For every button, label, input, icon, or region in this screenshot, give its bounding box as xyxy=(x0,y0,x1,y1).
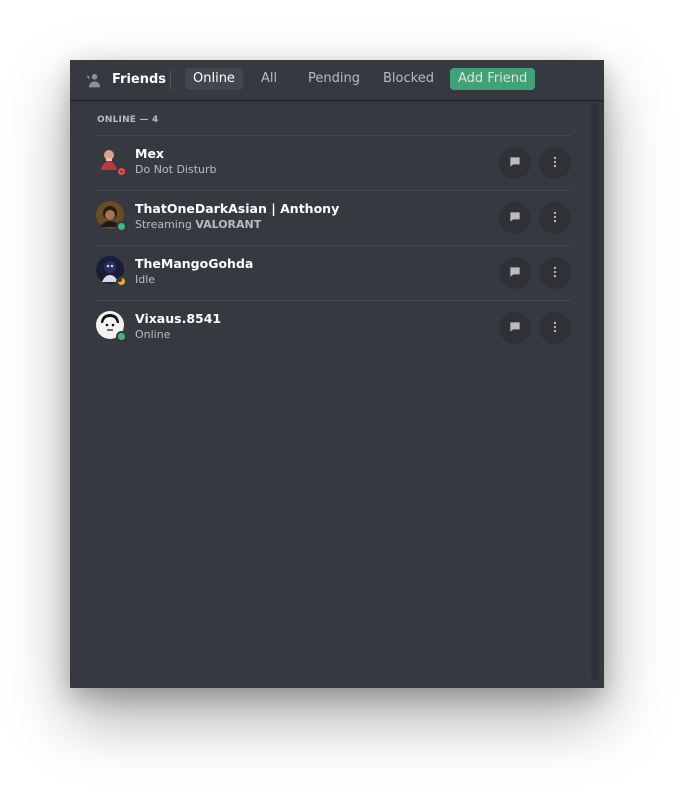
dnd-status-icon xyxy=(116,166,127,177)
friend-name: TheMangoGohda xyxy=(135,256,254,271)
online-status-icon xyxy=(116,221,127,232)
friend-row[interactable]: Mex Do Not Disturb xyxy=(96,135,571,190)
more-button[interactable] xyxy=(539,202,571,234)
header-title: Friends xyxy=(112,72,167,87)
tab-online[interactable]: Online xyxy=(185,68,243,90)
message-button[interactable] xyxy=(499,257,531,289)
chat-bubble-icon xyxy=(508,264,522,283)
more-button[interactable] xyxy=(539,147,571,179)
scrollbar[interactable] xyxy=(591,104,599,680)
friend-status: Streaming VALORANT xyxy=(135,218,261,231)
header-divider xyxy=(170,70,171,90)
friends-icon xyxy=(84,69,106,91)
friend-row[interactable]: TheMangoGohda Idle xyxy=(96,245,571,300)
friend-name: Vixaus.8541 xyxy=(135,311,222,326)
more-vertical-icon xyxy=(548,209,562,228)
friend-row[interactable]: ThatOneDarkAsian | Anthony Streaming VAL… xyxy=(96,190,571,245)
friend-status: Online xyxy=(135,328,171,341)
friend-row[interactable]: Vixaus.8541 Online xyxy=(96,300,571,355)
friends-window: Friends Online All Pending Blocked Add F… xyxy=(70,60,604,688)
more-vertical-icon xyxy=(548,319,562,338)
online-status-icon xyxy=(116,331,127,342)
section-label: ONLINE — 4 xyxy=(97,115,159,125)
chat-bubble-icon xyxy=(508,209,522,228)
idle-status-icon xyxy=(116,276,127,287)
avatar xyxy=(96,201,127,232)
avatar xyxy=(96,311,127,342)
friend-status: Do Not Disturb xyxy=(135,163,217,176)
more-button[interactable] xyxy=(539,257,571,289)
more-vertical-icon xyxy=(548,264,562,283)
message-button[interactable] xyxy=(499,202,531,234)
more-button[interactable] xyxy=(539,312,571,344)
tab-blocked[interactable]: Blocked xyxy=(375,68,442,90)
chat-bubble-icon xyxy=(508,154,522,173)
tab-pending[interactable]: Pending xyxy=(300,68,368,90)
status-game: VALORANT xyxy=(195,218,262,231)
friend-name: Mex xyxy=(135,146,164,161)
friends-header: Friends Online All Pending Blocked Add F… xyxy=(70,60,604,100)
message-button[interactable] xyxy=(499,312,531,344)
avatar xyxy=(96,146,127,177)
tab-all[interactable]: All xyxy=(253,68,285,90)
add-friend-button[interactable]: Add Friend xyxy=(450,68,536,90)
status-prefix: Streaming xyxy=(135,218,196,231)
chat-bubble-icon xyxy=(508,319,522,338)
friends-list: Mex Do Not Disturb ThatOneDarkAsian | An… xyxy=(96,135,571,355)
friends-content: ONLINE — 4 Mex Do Not Disturb ThatOneDar… xyxy=(70,100,604,688)
friend-status: Idle xyxy=(135,273,156,286)
message-button[interactable] xyxy=(499,147,531,179)
avatar xyxy=(96,256,127,287)
friend-name: ThatOneDarkAsian | Anthony xyxy=(135,201,340,216)
more-vertical-icon xyxy=(548,154,562,173)
